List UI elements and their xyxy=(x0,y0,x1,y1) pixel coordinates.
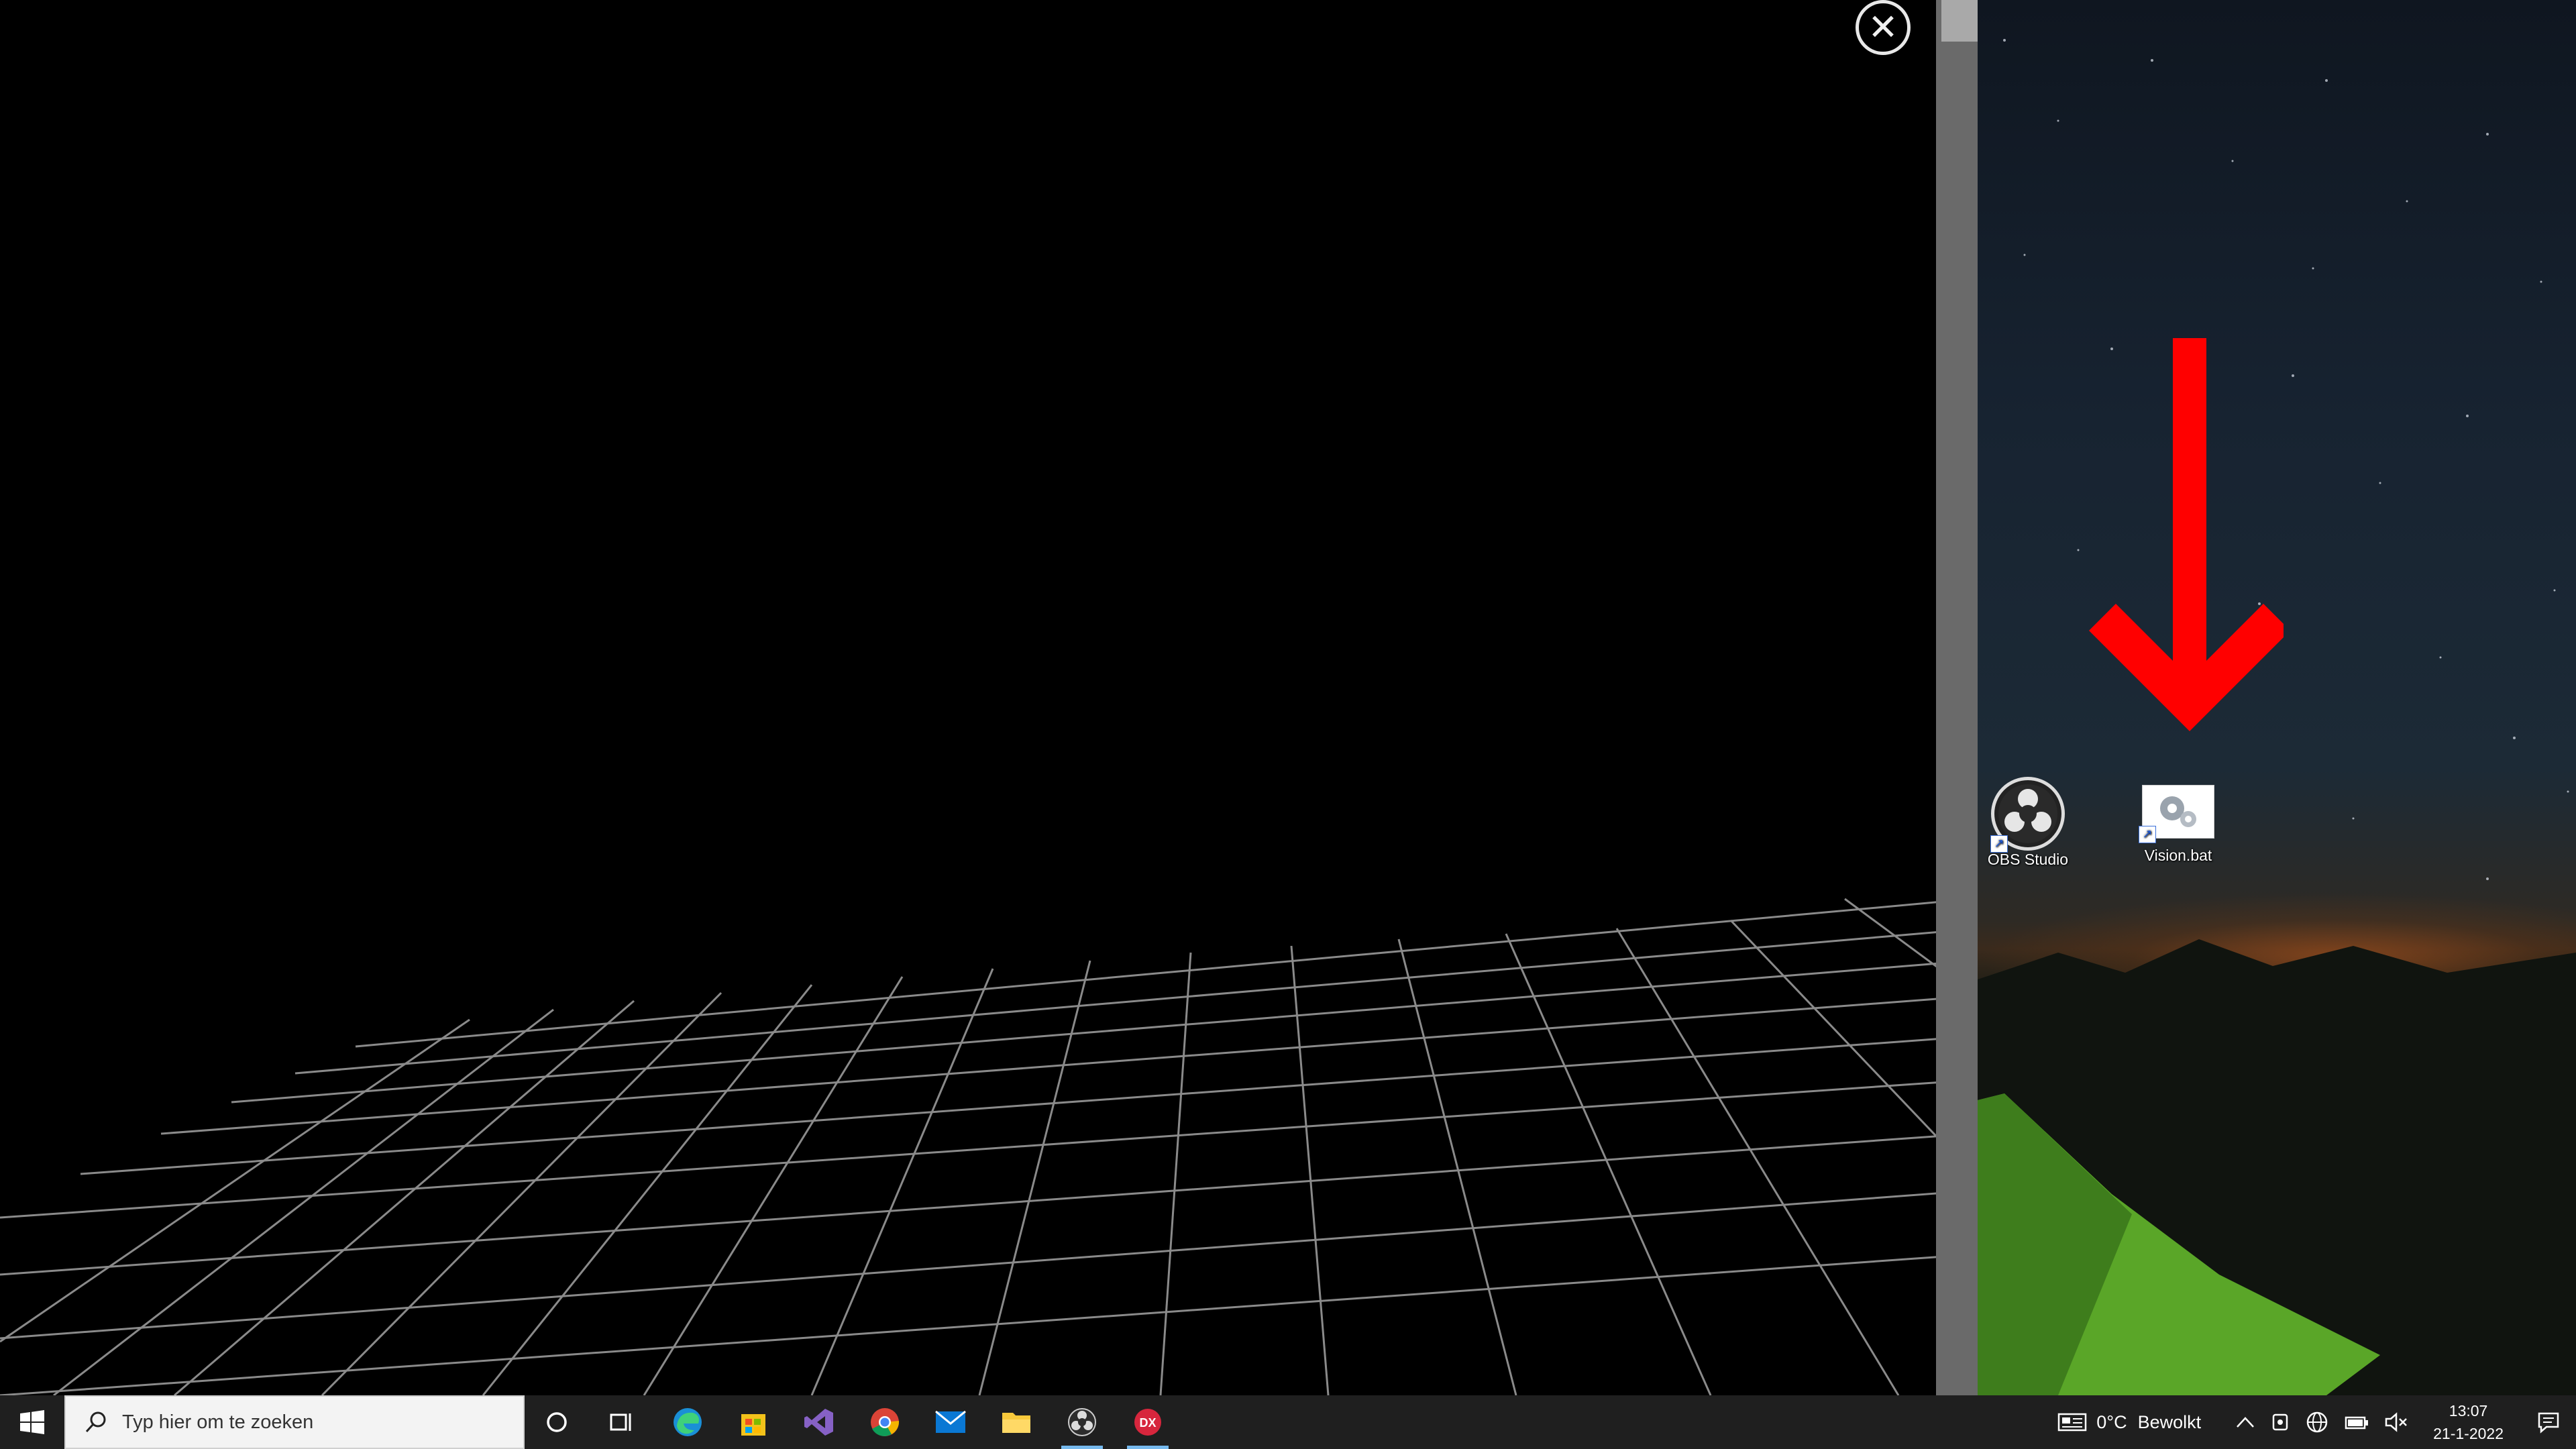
battery-icon xyxy=(2345,1416,2369,1430)
news-weather-icon xyxy=(2058,1413,2087,1432)
weather-temperature: 0°C xyxy=(2096,1411,2127,1432)
shortcut-arrow-icon: ↗ xyxy=(2139,826,2156,843)
mail-taskbar-button[interactable] xyxy=(918,1395,983,1449)
store-taskbar-button[interactable] xyxy=(720,1395,786,1449)
dx-taskbar-button[interactable]: DX xyxy=(1115,1395,1181,1449)
shortcut-arrow-icon: ↗ xyxy=(1990,835,2008,853)
desktop-icon-obs-studio[interactable]: ↗ OBS Studio xyxy=(1978,777,2078,869)
close-icon: ✕ xyxy=(1868,7,1898,48)
cortana-button[interactable] xyxy=(525,1395,589,1449)
desktop-icon-label: OBS Studio xyxy=(1987,851,2069,868)
weather-widget[interactable]: 0°C Bewolkt xyxy=(2049,1395,2209,1449)
weather-condition: Bewolkt xyxy=(2137,1411,2202,1432)
svg-text:DX: DX xyxy=(1139,1416,1156,1430)
edge-taskbar-button[interactable] xyxy=(655,1395,720,1449)
grid-floor xyxy=(0,898,1936,1395)
volume-button[interactable] xyxy=(2377,1395,2416,1449)
chevron-up-icon xyxy=(2237,1417,2255,1428)
red-arrow-annotation xyxy=(2089,338,2284,731)
desktop-icon-label: Vision.bat xyxy=(2144,847,2212,864)
edge-icon xyxy=(674,1408,702,1436)
network-button[interactable] xyxy=(2298,1395,2337,1449)
viewer-window[interactable]: ✕ xyxy=(0,0,1936,1395)
desktop-icon-vision-bat[interactable]: ↗ Vision.bat xyxy=(2128,785,2229,865)
visual-studio-icon xyxy=(804,1409,833,1436)
volume-muted-icon xyxy=(2385,1412,2408,1432)
landscape-decoration xyxy=(1978,939,2576,1395)
search-placeholder: Typ hier om te zoeken xyxy=(122,1411,314,1433)
grid-lines xyxy=(0,898,1936,1395)
task-view-button[interactable] xyxy=(589,1395,655,1449)
file-explorer-taskbar-button[interactable] xyxy=(983,1395,1049,1449)
folder-icon xyxy=(1002,1413,1030,1433)
task-view-icon xyxy=(610,1413,631,1431)
globe-icon xyxy=(2306,1411,2328,1433)
taskbar: Typ hier om te zoeken DX 0°C Bewolkt 13:… xyxy=(0,1395,2576,1449)
visual-studio-taskbar-button[interactable] xyxy=(786,1395,852,1449)
batch-file-gears-icon: ↗ xyxy=(2139,785,2214,843)
action-center-button[interactable] xyxy=(2521,1395,2576,1449)
taskbar-search-box[interactable]: Typ hier om te zoeken xyxy=(64,1395,525,1449)
mail-icon xyxy=(935,1410,966,1433)
start-button[interactable] xyxy=(0,1395,64,1449)
circle-icon xyxy=(547,1412,567,1432)
dx-icon: DX xyxy=(1134,1409,1161,1436)
notification-icon xyxy=(2538,1412,2559,1434)
desktop-wallpaper xyxy=(1978,0,2576,1395)
chrome-taskbar-button[interactable] xyxy=(852,1395,918,1449)
scrollbar-thumb[interactable] xyxy=(1941,0,1978,42)
search-icon xyxy=(85,1411,106,1433)
tray-meet-now-button[interactable] xyxy=(2263,1395,2298,1449)
clock-time: 13:07 xyxy=(2449,1402,2488,1419)
close-button[interactable]: ✕ xyxy=(1856,0,1911,55)
store-icon xyxy=(741,1414,765,1436)
system-tray: 0°C Bewolkt 13:07 21-1-2022 xyxy=(2049,1395,2576,1449)
device-icon xyxy=(2272,1413,2288,1431)
battery-button[interactable] xyxy=(2337,1395,2377,1449)
clock-date: 21-1-2022 xyxy=(2433,1425,2504,1442)
obs-icon xyxy=(1068,1408,1096,1436)
chrome-icon xyxy=(871,1408,900,1436)
obs-taskbar-button[interactable] xyxy=(1049,1395,1115,1449)
scrollbar-track[interactable] xyxy=(1936,0,1978,1395)
windows-logo-icon xyxy=(20,1410,44,1434)
show-hidden-icons-button[interactable] xyxy=(2209,1395,2263,1449)
obs-studio-icon: ↗ xyxy=(1990,777,2065,853)
clock-button[interactable]: 13:07 21-1-2022 xyxy=(2416,1395,2521,1449)
